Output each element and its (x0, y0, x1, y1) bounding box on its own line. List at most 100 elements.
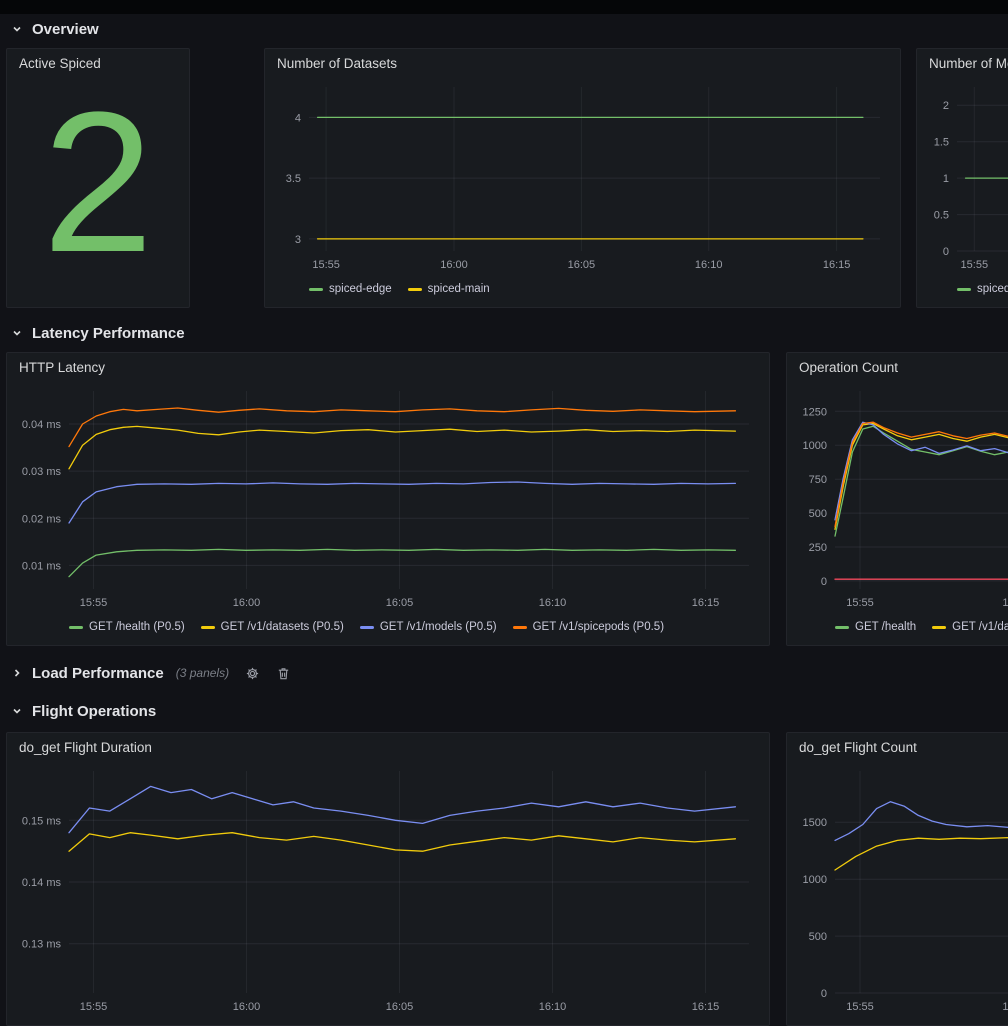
y-tick-label: 0 (943, 246, 949, 258)
y-tick-label: 1250 (803, 406, 827, 418)
y-tick-label: 0.01 ms (22, 560, 62, 572)
http-latency-chart[interactable]: 15:55 16:00 16:05 16:10 16:15 0.04 ms 0.03 ms 0… (17, 383, 759, 615)
y-tick-label: 1000 (803, 874, 827, 886)
panel-active-spiced: Active Spiced 2 (6, 48, 190, 308)
panel-http-latency: HTTP Latency 15:55 16:00 16:05 16:10 16:15 0.… (6, 352, 770, 646)
x-tick-label: 16:00 (1002, 597, 1008, 609)
series-line (835, 426, 1008, 536)
x-tick-label: 16:00 (1002, 1001, 1008, 1013)
chevron-right-icon (10, 666, 24, 680)
panel-do-get-flight-duration: do_get Flight Duration 15:55 16:00 16:05 16… (6, 732, 770, 1026)
series-line (69, 786, 735, 832)
y-tick-label: 750 (809, 474, 827, 486)
y-tick-label: 0.04 ms (22, 419, 62, 431)
models-chart[interactable]: 15:5516:0016:0516:1016:1521.510.50 (927, 79, 1008, 277)
chart-legend: spiced-edgespiced-main (957, 277, 1008, 301)
y-tick-label: 0.02 ms (22, 513, 62, 525)
y-tick-label: 1.5 (934, 137, 949, 149)
x-tick-label: 16:05 (386, 1001, 414, 1013)
legend-item[interactable]: GET /v1/datasets (P0.5) (201, 621, 344, 633)
chevron-down-icon (10, 22, 24, 36)
section-label: Flight Operations (32, 703, 156, 720)
chart-legend: GET /healthGET /v1/datasetsGET /v1/model… (835, 615, 1008, 639)
x-tick-label: 15:55 (961, 259, 989, 271)
section-overview[interactable]: Overview (10, 16, 99, 42)
section-label: Overview (32, 21, 99, 38)
y-tick-label: 0 (821, 988, 827, 1000)
series-line (69, 549, 735, 576)
y-tick-label: 0.5 (934, 210, 949, 222)
trash-icon[interactable] (276, 666, 291, 681)
section-flight-operations[interactable]: Flight Operations (10, 698, 156, 724)
x-tick-label: 16:15 (692, 597, 720, 609)
y-tick-label: 0 (821, 576, 827, 588)
x-tick-label: 15:55 (846, 1001, 874, 1013)
legend-item[interactable]: spiced-main (408, 283, 490, 295)
x-tick-label: 16:15 (692, 1001, 720, 1013)
x-tick-label: 15:55 (80, 1001, 108, 1013)
x-tick-label: 15:55 (846, 597, 874, 609)
legend-item[interactable]: spiced-edge (309, 283, 392, 295)
x-tick-label: 16:15 (823, 259, 851, 271)
panel-number-of-datasets: Number of Datasets 15:5516:0016:0516:101… (264, 48, 901, 308)
legend-item[interactable]: GET /v1/datasets (932, 621, 1008, 633)
x-tick-label: 15:55 (312, 259, 340, 271)
panel-title[interactable]: Operation Count (799, 359, 1008, 377)
series-line (69, 833, 735, 852)
y-tick-label: 500 (809, 931, 827, 943)
series-line (835, 838, 1008, 870)
y-tick-label: 500 (809, 508, 827, 520)
panel-title[interactable]: do_get Flight Duration (19, 739, 759, 757)
y-tick-label: 3.5 (286, 173, 301, 185)
section-latency-performance[interactable]: Latency Performance (10, 320, 185, 346)
chevron-down-icon (10, 704, 24, 718)
section-label: Load Performance (32, 665, 164, 682)
legend-item[interactable]: GET /v1/spicepods (P0.5) (513, 621, 664, 633)
y-tick-label: 0.14 ms (22, 877, 62, 889)
x-tick-label: 16:10 (539, 597, 567, 609)
x-tick-label: 16:10 (539, 1001, 567, 1013)
x-tick-label: 16:05 (568, 259, 596, 271)
series-line (69, 426, 735, 468)
do-get-count-chart[interactable]: 15:5516:0016:0516:1016:15150010005000 (797, 763, 1008, 1019)
chart-legend: GET /health (P0.5) GET /v1/datasets (P0.5… (69, 615, 759, 639)
panel-title[interactable]: do_get Flight Count (799, 739, 1008, 757)
y-tick-label: 1 (943, 173, 949, 185)
x-tick-label: 16:10 (695, 259, 723, 271)
section-label: Latency Performance (32, 325, 185, 342)
y-tick-label: 4 (295, 112, 301, 124)
series-line (835, 802, 1008, 841)
y-tick-label: 0.03 ms (22, 466, 62, 478)
panel-operation-count: Operation Count 15:5516:0016:0516:1016:1… (786, 352, 1008, 646)
y-tick-label: 0.15 ms (22, 815, 62, 827)
panel-do-get-flight-count: do_get Flight Count 15:5516:0016:0516:10… (786, 732, 1008, 1026)
y-tick-label: 1000 (803, 440, 827, 452)
legend-item[interactable]: GET /health (835, 621, 916, 633)
panels-count: (3 panels) (176, 666, 229, 680)
x-tick-label: 16:00 (233, 1001, 261, 1013)
gear-icon[interactable] (245, 666, 260, 681)
series-line (69, 408, 735, 447)
y-tick-label: 3 (295, 234, 301, 246)
chart-legend: spiced-edge spiced-main (309, 277, 890, 301)
x-tick-label: 15:55 (80, 597, 108, 609)
section-load-performance[interactable]: Load Performance (3 panels) (10, 660, 291, 686)
y-tick-label: 0.13 ms (22, 939, 62, 951)
chevron-down-icon (10, 326, 24, 340)
series-line (69, 482, 735, 523)
top-bar (0, 0, 1008, 14)
panel-title[interactable]: HTTP Latency (19, 359, 759, 377)
x-tick-label: 16:00 (440, 259, 468, 271)
operation-count-chart[interactable]: 15:5516:0016:0516:1016:15125010007505002… (797, 383, 1008, 615)
legend-item[interactable]: GET /health (P0.5) (69, 621, 185, 633)
panel-title[interactable]: Number of Models (929, 55, 1008, 73)
legend-item[interactable]: GET /v1/models (P0.5) (360, 621, 497, 633)
y-tick-label: 2 (943, 100, 949, 112)
panel-title[interactable]: Number of Datasets (277, 55, 890, 73)
datasets-chart[interactable]: 15:55 16:00 16:05 16:10 16:15 4 3.5 3 (275, 79, 890, 277)
do-get-duration-chart[interactable]: 15:55 16:00 16:05 16:10 16:15 0.15 ms 0.14 ms 0… (17, 763, 759, 1019)
x-tick-label: 16:00 (233, 597, 261, 609)
legend-item[interactable]: spiced-edge (957, 283, 1008, 295)
x-tick-label: 16:05 (386, 597, 414, 609)
stat-value: 2 (17, 65, 179, 301)
